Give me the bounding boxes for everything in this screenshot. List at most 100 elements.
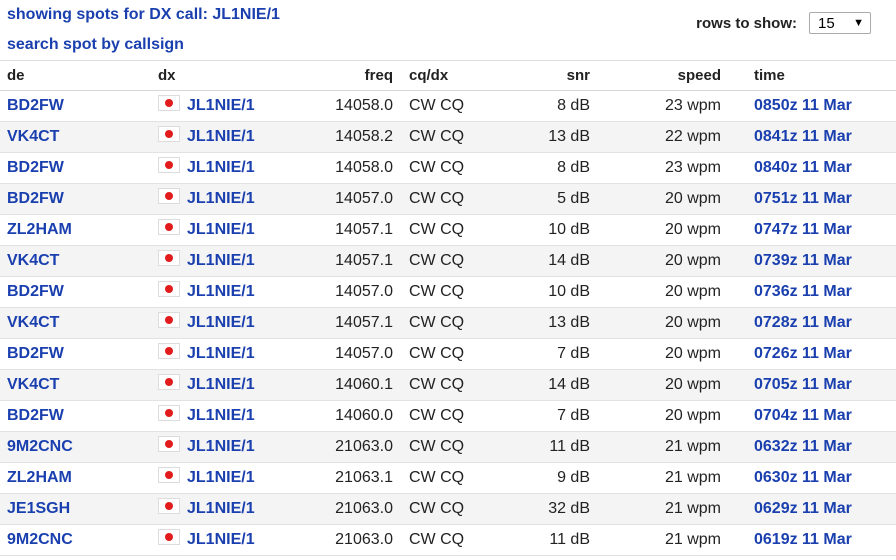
cq-dx-value: CW CQ [409, 159, 465, 176]
snr-value: 10 dB [548, 221, 590, 238]
spotter-callsign-link[interactable]: VK4CT [7, 128, 59, 146]
table-row: BD2FW JL1NIE/1 14058.0 CW CQ 8 dB 23 wpm 0850z… [0, 91, 896, 122]
dx-callsign-link[interactable]: JL1NIE/1 [187, 531, 255, 549]
time-link[interactable]: 0619z 11 Mar [754, 531, 852, 549]
japan-flag-icon [158, 467, 180, 483]
spotter-callsign-link[interactable]: BD2FW [7, 283, 64, 301]
spotter-callsign-link[interactable]: ZL2HAM [7, 469, 72, 487]
snr-value: 11 dB [549, 438, 590, 455]
cq-dx-value: CW CQ [409, 221, 465, 238]
dx-callsign-link[interactable]: JL1NIE/1 [187, 159, 255, 177]
dx-callsign-link[interactable]: JL1NIE/1 [187, 252, 255, 270]
speed-value: 20 wpm [664, 376, 721, 393]
dx-callsign-link[interactable]: JL1NIE/1 [187, 283, 255, 301]
table-row: ZL2HAM JL1NIE/1 21063.1 CW CQ 9 dB 21 wpm 0630… [0, 463, 896, 494]
time-link[interactable]: 0850z 11 Mar [754, 97, 852, 115]
dx-callsign-link[interactable]: JL1NIE/1 [187, 345, 255, 363]
dx-callsign-link[interactable]: JL1NIE/1 [187, 221, 255, 239]
cq-dx-value: CW CQ [409, 252, 465, 269]
speed-value: 21 wpm [664, 469, 721, 486]
japan-flag-icon [158, 126, 180, 142]
snr-value: 9 dB [557, 469, 590, 486]
table-row: JE1SGH JL1NIE/1 21063.0 CW CQ 32 dB 21 wpm 062… [0, 494, 896, 525]
speed-value: 22 wpm [664, 128, 721, 145]
column-header-de[interactable]: de [7, 67, 25, 84]
time-link[interactable]: 0629z 11 Mar [754, 500, 852, 518]
cq-dx-value: CW CQ [409, 531, 465, 548]
spotter-callsign-link[interactable]: BD2FW [7, 407, 64, 425]
snr-value: 7 dB [557, 407, 590, 424]
frequency-value: 21063.0 [335, 531, 393, 548]
frequency-value: 21063.0 [335, 438, 393, 455]
time-link[interactable]: 0630z 11 Mar [754, 469, 852, 487]
time-link[interactable]: 0751z 11 Mar [754, 190, 852, 208]
cq-dx-value: CW CQ [409, 345, 465, 362]
dx-callsign-link[interactable]: JL1NIE/1 [187, 407, 255, 425]
time-link[interactable]: 0736z 11 Mar [754, 283, 852, 301]
showing-spots-title: showing spots for DX call: JL1NIE/1 [7, 6, 280, 23]
spotter-callsign-link[interactable]: BD2FW [7, 97, 64, 115]
column-header-time[interactable]: time [754, 67, 785, 84]
japan-flag-icon [158, 250, 180, 266]
speed-value: 20 wpm [664, 252, 721, 269]
snr-value: 8 dB [557, 159, 590, 176]
frequency-value: 14060.1 [335, 376, 393, 393]
spotter-callsign-link[interactable]: ZL2HAM [7, 221, 72, 239]
dx-callsign-link[interactable]: JL1NIE/1 [187, 500, 255, 518]
japan-flag-icon [158, 374, 180, 390]
speed-value: 20 wpm [664, 190, 721, 207]
time-link[interactable]: 0747z 11 Mar [754, 221, 852, 239]
speed-value: 20 wpm [664, 407, 721, 424]
time-link[interactable]: 0739z 11 Mar [754, 252, 852, 270]
japan-flag-icon [158, 188, 180, 204]
frequency-value: 14057.1 [335, 252, 393, 269]
frequency-value: 21063.0 [335, 500, 393, 517]
dx-callsign-link[interactable]: JL1NIE/1 [187, 469, 255, 487]
cq-dx-value: CW CQ [409, 97, 465, 114]
dx-callsign-link[interactable]: JL1NIE/1 [187, 314, 255, 332]
time-link[interactable]: 0705z 11 Mar [754, 376, 852, 394]
table-row: 9M2CNC JL1NIE/1 21063.0 CW CQ 11 dB 21 wpm 063… [0, 432, 896, 463]
search-spot-link[interactable]: search spot by callsign [7, 36, 184, 54]
time-link[interactable]: 0840z 11 Mar [754, 159, 852, 177]
table-row: VK4CT JL1NIE/1 14057.1 CW CQ 13 dB 20 wpm 0728… [0, 308, 896, 339]
speed-value: 20 wpm [664, 314, 721, 331]
frequency-value: 21063.1 [335, 469, 393, 486]
time-link[interactable]: 0841z 11 Mar [754, 128, 852, 146]
dx-callsign-link[interactable]: JL1NIE/1 [187, 128, 255, 146]
snr-value: 13 dB [548, 128, 590, 145]
cq-dx-value: CW CQ [409, 283, 465, 300]
snr-value: 11 dB [549, 531, 590, 548]
spotter-callsign-link[interactable]: 9M2CNC [7, 438, 73, 456]
spotter-callsign-link[interactable]: VK4CT [7, 314, 59, 332]
dx-callsign-link[interactable]: JL1NIE/1 [187, 190, 255, 208]
column-header-freq[interactable]: freq [330, 67, 393, 84]
column-header-dx[interactable]: dx [158, 67, 176, 84]
spotter-callsign-link[interactable]: BD2FW [7, 345, 64, 363]
speed-value: 20 wpm [664, 283, 721, 300]
spotter-callsign-link[interactable]: 9M2CNC [7, 531, 73, 549]
dx-callsign-link[interactable]: JL1NIE/1 [187, 97, 255, 115]
spotter-callsign-link[interactable]: VK4CT [7, 252, 59, 270]
japan-flag-icon [158, 436, 180, 452]
dx-callsign-link[interactable]: JL1NIE/1 [187, 438, 255, 456]
rows-select[interactable]: 15 ▼ [809, 12, 871, 34]
dx-callsign-link[interactable]: JL1NIE/1 [187, 376, 255, 394]
time-link[interactable]: 0632z 11 Mar [754, 438, 852, 456]
spotter-callsign-link[interactable]: BD2FW [7, 159, 64, 177]
column-header-snr[interactable]: snr [530, 67, 590, 84]
table-row: VK4CT JL1NIE/1 14057.1 CW CQ 14 dB 20 wpm 0739… [0, 246, 896, 277]
time-link[interactable]: 0728z 11 Mar [754, 314, 852, 332]
spotter-callsign-link[interactable]: VK4CT [7, 376, 59, 394]
cq-dx-value: CW CQ [409, 128, 465, 145]
time-link[interactable]: 0704z 11 Mar [754, 407, 852, 425]
time-link[interactable]: 0726z 11 Mar [754, 345, 852, 363]
snr-value: 10 dB [548, 283, 590, 300]
column-header-speed[interactable]: speed [640, 67, 721, 84]
table-row: VK4CT JL1NIE/1 14058.2 CW CQ 13 dB 22 wpm 0841… [0, 122, 896, 153]
spotter-callsign-link[interactable]: JE1SGH [7, 500, 70, 518]
frequency-value: 14058.2 [335, 128, 393, 145]
japan-flag-icon [158, 405, 180, 421]
column-header-cq[interactable]: cq/dx [409, 67, 448, 84]
spotter-callsign-link[interactable]: BD2FW [7, 190, 64, 208]
